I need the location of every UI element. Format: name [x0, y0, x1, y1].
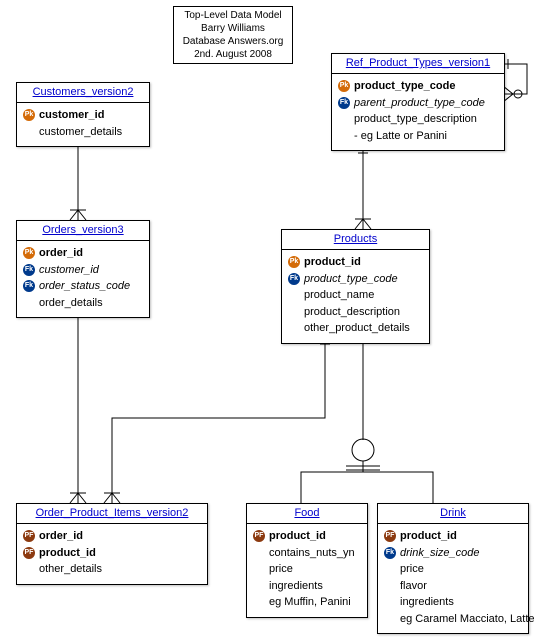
attr-label: product_name: [304, 287, 374, 304]
entity-title: Food: [247, 504, 367, 524]
attr-label: ingredients: [400, 594, 454, 611]
attr-label: product_type_code: [354, 78, 455, 95]
pf-icon: PF: [23, 547, 35, 559]
entity-orders: Orders_version3 Pk order_id Fk customer_id…: [16, 220, 150, 318]
attr-label: product_id: [304, 254, 361, 271]
attr-label: ingredients: [269, 578, 323, 595]
pk-icon: Pk: [288, 256, 300, 268]
attr-label: parent_product_type_code: [354, 95, 485, 112]
attr-label: customer_details: [39, 124, 122, 141]
attr-label: order_id: [39, 528, 83, 545]
pf-icon: PF: [253, 530, 265, 542]
pk-icon: Pk: [23, 247, 35, 259]
entity-title: Products: [282, 230, 429, 250]
entity-drink: Drink PF product_id Fk drink_size_code pri…: [377, 503, 529, 634]
attr-label: other_details: [39, 561, 102, 578]
fk-icon: Fk: [384, 547, 396, 559]
info-line: Top-Level Data Model: [178, 9, 288, 22]
fk-icon: Fk: [23, 264, 35, 276]
entity-title: Order_Product_Items_version2: [17, 504, 207, 524]
attr-label: customer_id: [39, 262, 99, 279]
attr-label: price: [269, 561, 293, 578]
entity-title: Drink: [378, 504, 528, 524]
attr-label: product_id: [39, 545, 96, 562]
info-line: 2nd. August 2008: [178, 48, 288, 61]
attr-label: product_id: [269, 528, 326, 545]
attr-label: order_status_code: [39, 278, 130, 295]
pk-icon: Pk: [338, 80, 350, 92]
attr-label: order_details: [39, 295, 103, 312]
attr-label: other_product_details: [304, 320, 410, 337]
attr-label: drink_size_code: [400, 545, 480, 562]
entity-title: Ref_Product_Types_version1: [332, 54, 504, 74]
diagram-info-box: Top-Level Data Model Barry Williams Data…: [173, 6, 293, 64]
attr-label: order_id: [39, 245, 83, 262]
entity-title: Orders_version3: [17, 221, 149, 241]
entity-ref-product-types: Ref_Product_Types_version1 Pk product_typ…: [331, 53, 505, 151]
attr-label: product_description: [304, 304, 400, 321]
attr-label: product_id: [400, 528, 457, 545]
entity-food: Food PF product_id contains_nuts_yn price…: [246, 503, 368, 618]
attr-label: customer_id: [39, 107, 104, 124]
entity-products: Products Pk product_id Fk product_type_cod…: [281, 229, 430, 344]
fk-icon: Fk: [23, 280, 35, 292]
attr-label: price: [400, 561, 424, 578]
entity-order-product-items: Order_Product_Items_version2 PForder_id …: [16, 503, 208, 585]
entity-title: Customers_version2: [17, 83, 149, 103]
attr-label: eg Muffin, Panini: [269, 594, 351, 611]
attr-label: contains_nuts_yn: [269, 545, 355, 562]
entity-customers: Customers_version2 Pk customer_id custome…: [16, 82, 150, 147]
info-line: Database Answers.org: [178, 35, 288, 48]
fk-icon: Fk: [288, 273, 300, 285]
attr-label: eg Caramel Macciato, Latte: [400, 611, 535, 628]
attr-label: product_type_description: [354, 111, 477, 128]
info-line: Barry Williams: [178, 22, 288, 35]
fk-icon: Fk: [338, 97, 350, 109]
pf-icon: PF: [384, 530, 396, 542]
attr-label: flavor: [400, 578, 427, 595]
pf-icon: PF: [23, 530, 35, 542]
pk-icon: Pk: [23, 109, 35, 121]
attr-label: product_type_code: [304, 271, 398, 288]
attr-label: - eg Latte or Panini: [354, 128, 447, 145]
